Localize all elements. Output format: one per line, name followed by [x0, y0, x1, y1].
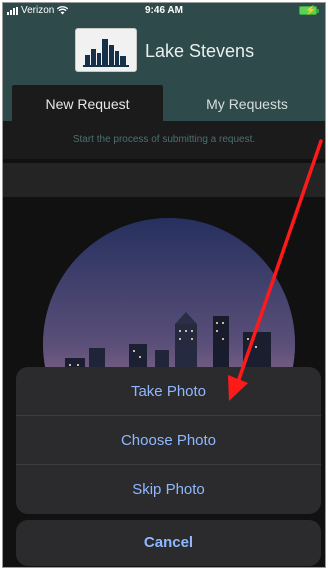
- take-photo-button[interactable]: Take Photo: [16, 367, 321, 416]
- choose-photo-button[interactable]: Choose Photo: [16, 416, 321, 465]
- phone-screen: Verizon 9:46 AM ⚡ Lake Stevens New Reque…: [2, 2, 326, 568]
- battery-icon: ⚡: [299, 5, 319, 15]
- page-subtitle: Start the process of submitting a reques…: [3, 121, 325, 159]
- section-band: [3, 163, 325, 197]
- app-header: Lake Stevens: [3, 19, 325, 85]
- skyline-logo-graphic: [83, 39, 129, 67]
- cancel-button[interactable]: Cancel: [16, 520, 321, 566]
- skip-photo-button[interactable]: Skip Photo: [16, 465, 321, 514]
- city-skyline-logo: [75, 28, 137, 72]
- tab-bar: New Request My Requests: [3, 85, 325, 121]
- tab-new-request[interactable]: New Request: [12, 85, 163, 121]
- status-bar: Verizon 9:46 AM ⚡: [3, 3, 325, 19]
- photo-action-sheet: Take Photo Choose Photo Skip Photo: [16, 367, 321, 514]
- status-time: 9:46 AM: [145, 5, 183, 16]
- tab-my-requests[interactable]: My Requests: [167, 85, 325, 121]
- app-title: Lake Stevens: [145, 41, 255, 61]
